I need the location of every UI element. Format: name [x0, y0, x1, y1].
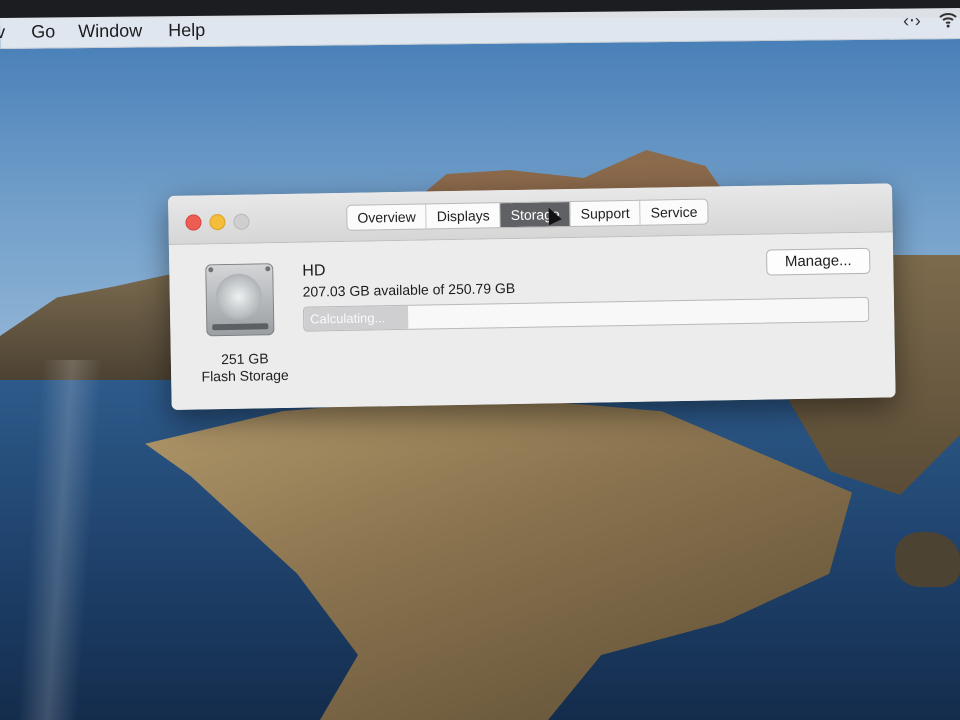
disk-type: Flash Storage [201, 366, 289, 385]
storage-pane: 251 GB Flash Storage HD 207.03 GB availa… [168, 232, 896, 410]
menu-item-go[interactable]: Go [31, 21, 55, 42]
storage-usage-bar: Calculating... [302, 296, 870, 332]
code-icon[interactable]: ‹⋅› [903, 10, 921, 31]
menu-item-window[interactable]: Window [78, 21, 142, 43]
tab-support[interactable]: Support [570, 200, 641, 226]
menu-item-help[interactable]: Help [168, 20, 205, 41]
manage-button[interactable]: Manage... [766, 247, 871, 276]
minimize-button[interactable] [209, 214, 226, 231]
about-this-mac-window: Overview Displays Storage Support Servic… [168, 183, 896, 410]
close-button[interactable] [185, 214, 202, 231]
tab-service[interactable]: Service [641, 200, 708, 225]
tab-bar: Overview Displays Storage Support Servic… [346, 198, 709, 231]
wifi-icon[interactable] [938, 10, 958, 33]
calculating-segment: Calculating... [303, 305, 409, 331]
tab-storage[interactable]: Storage [500, 201, 571, 228]
tab-overview[interactable]: Overview [347, 204, 427, 230]
hard-drive-icon [205, 263, 275, 337]
disk-capacity: 251 GB [220, 350, 269, 368]
tab-displays[interactable]: Displays [426, 203, 501, 229]
zoom-button [233, 213, 250, 230]
disk-availability: 207.03 GB available of 250.79 GB [302, 279, 516, 300]
disk-name: HD [302, 262, 326, 280]
wallpaper-rock [895, 532, 960, 587]
menu-item-view[interactable]: v [0, 22, 5, 43]
disk-capacity-caption: 251 GB Flash Storage [185, 350, 306, 386]
